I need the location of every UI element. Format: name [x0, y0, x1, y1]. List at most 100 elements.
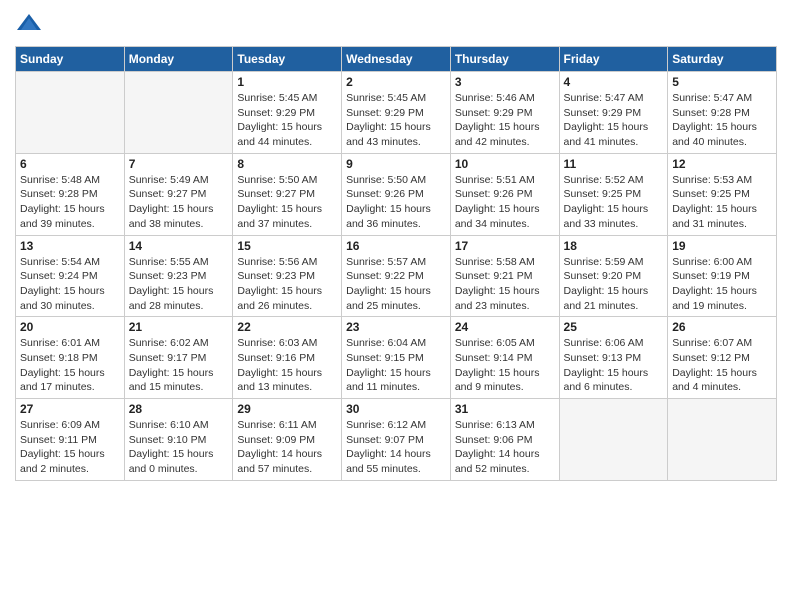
day-number: 17	[455, 239, 555, 253]
day-number: 6	[20, 157, 120, 171]
day-info: Sunrise: 6:12 AMSunset: 9:07 PMDaylight:…	[346, 418, 446, 477]
day-number: 11	[564, 157, 664, 171]
day-info: Sunrise: 6:00 AMSunset: 9:19 PMDaylight:…	[672, 255, 772, 314]
calendar-cell: 24 Sunrise: 6:05 AMSunset: 9:14 PMDayligh…	[450, 317, 559, 399]
day-info: Sunrise: 6:13 AMSunset: 9:06 PMDaylight:…	[455, 418, 555, 477]
calendar-cell: 12 Sunrise: 5:53 AMSunset: 9:25 PMDayligh…	[668, 153, 777, 235]
calendar-cell: 7 Sunrise: 5:49 AMSunset: 9:27 PMDaylight…	[124, 153, 233, 235]
day-number: 4	[564, 75, 664, 89]
day-number: 3	[455, 75, 555, 89]
calendar-cell: 16 Sunrise: 5:57 AMSunset: 9:22 PMDayligh…	[342, 235, 451, 317]
day-number: 21	[129, 320, 229, 334]
day-number: 12	[672, 157, 772, 171]
weekday-header-tuesday: Tuesday	[233, 47, 342, 72]
day-number: 2	[346, 75, 446, 89]
day-info: Sunrise: 5:49 AMSunset: 9:27 PMDaylight:…	[129, 173, 229, 232]
day-info: Sunrise: 5:54 AMSunset: 9:24 PMDaylight:…	[20, 255, 120, 314]
calendar-cell: 27Sunrise: 6:09 AMSunset: 9:11 PMDayligh…	[16, 399, 125, 481]
calendar-cell: 6Sunrise: 5:48 AMSunset: 9:28 PMDaylight…	[16, 153, 125, 235]
day-number: 15	[237, 239, 337, 253]
day-info: Sunrise: 5:50 AMSunset: 9:26 PMDaylight:…	[346, 173, 446, 232]
day-number: 18	[564, 239, 664, 253]
day-number: 8	[237, 157, 337, 171]
calendar-week-row: 13 Sunrise: 5:54 AMSunset: 9:24 PMDayligh…	[16, 235, 777, 317]
calendar-cell: 10Sunrise: 5:51 AMSunset: 9:26 PMDayligh…	[450, 153, 559, 235]
calendar-cell: 14 Sunrise: 5:55 AMSunset: 9:23 PMDayligh…	[124, 235, 233, 317]
day-number: 22	[237, 320, 337, 334]
day-info: Sunrise: 6:04 AMSunset: 9:15 PMDaylight:…	[346, 336, 446, 395]
day-number: 31	[455, 402, 555, 416]
calendar-cell: 19 Sunrise: 6:00 AMSunset: 9:19 PMDayligh…	[668, 235, 777, 317]
day-number: 28	[129, 402, 229, 416]
calendar-cell: 15 Sunrise: 5:56 AMSunset: 9:23 PMDayligh…	[233, 235, 342, 317]
day-number: 30	[346, 402, 446, 416]
day-number: 23	[346, 320, 446, 334]
day-info: Sunrise: 6:09 AMSunset: 9:11 PMDaylight:…	[20, 418, 120, 477]
calendar-week-row: 20 Sunrise: 6:01 AMSunset: 9:18 PMDayligh…	[16, 317, 777, 399]
day-info: Sunrise: 5:56 AMSunset: 9:23 PMDaylight:…	[237, 255, 337, 314]
calendar-cell: 5 Sunrise: 5:47 AMSunset: 9:28 PMDaylight…	[668, 72, 777, 154]
calendar-cell: 29Sunrise: 6:11 AMSunset: 9:09 PMDayligh…	[233, 399, 342, 481]
calendar-cell: 4 Sunrise: 5:47 AMSunset: 9:29 PMDaylight…	[559, 72, 668, 154]
calendar-cell	[124, 72, 233, 154]
weekday-header-monday: Monday	[124, 47, 233, 72]
calendar-week-row: 1 Sunrise: 5:45 AMSunset: 9:29 PMDaylight…	[16, 72, 777, 154]
calendar-cell: 1 Sunrise: 5:45 AMSunset: 9:29 PMDaylight…	[233, 72, 342, 154]
day-info: Sunrise: 6:03 AMSunset: 9:16 PMDaylight:…	[237, 336, 337, 395]
calendar-week-row: 27Sunrise: 6:09 AMSunset: 9:11 PMDayligh…	[16, 399, 777, 481]
day-number: 19	[672, 239, 772, 253]
day-number: 20	[20, 320, 120, 334]
day-info: Sunrise: 5:51 AMSunset: 9:26 PMDaylight:…	[455, 173, 555, 232]
day-number: 7	[129, 157, 229, 171]
day-info: Sunrise: 6:01 AMSunset: 9:18 PMDaylight:…	[20, 336, 120, 395]
day-number: 14	[129, 239, 229, 253]
day-number: 5	[672, 75, 772, 89]
calendar-cell: 8Sunrise: 5:50 AMSunset: 9:27 PMDaylight…	[233, 153, 342, 235]
day-info: Sunrise: 5:47 AMSunset: 9:29 PMDaylight:…	[564, 91, 664, 150]
day-info: Sunrise: 5:53 AMSunset: 9:25 PMDaylight:…	[672, 173, 772, 232]
calendar-cell: 3 Sunrise: 5:46 AMSunset: 9:29 PMDaylight…	[450, 72, 559, 154]
calendar-cell: 31 Sunrise: 6:13 AMSunset: 9:06 PMDayligh…	[450, 399, 559, 481]
day-info: Sunrise: 5:45 AMSunset: 9:29 PMDaylight:…	[237, 91, 337, 150]
day-info: Sunrise: 6:05 AMSunset: 9:14 PMDaylight:…	[455, 336, 555, 395]
day-info: Sunrise: 5:46 AMSunset: 9:29 PMDaylight:…	[455, 91, 555, 150]
logo-icon	[15, 10, 43, 38]
calendar-cell	[559, 399, 668, 481]
weekday-header-row: SundayMondayTuesdayWednesdayThursdayFrid…	[16, 47, 777, 72]
weekday-header-saturday: Saturday	[668, 47, 777, 72]
calendar-cell: 22 Sunrise: 6:03 AMSunset: 9:16 PMDayligh…	[233, 317, 342, 399]
calendar-cell: 23 Sunrise: 6:04 AMSunset: 9:15 PMDayligh…	[342, 317, 451, 399]
weekday-header-thursday: Thursday	[450, 47, 559, 72]
calendar-cell	[16, 72, 125, 154]
day-info: Sunrise: 5:52 AMSunset: 9:25 PMDaylight:…	[564, 173, 664, 232]
day-number: 9	[346, 157, 446, 171]
day-info: Sunrise: 5:47 AMSunset: 9:28 PMDaylight:…	[672, 91, 772, 150]
calendar-cell: 11 Sunrise: 5:52 AMSunset: 9:25 PMDayligh…	[559, 153, 668, 235]
calendar-cell: 20 Sunrise: 6:01 AMSunset: 9:18 PMDayligh…	[16, 317, 125, 399]
day-info: Sunrise: 6:07 AMSunset: 9:12 PMDaylight:…	[672, 336, 772, 395]
day-info: Sunrise: 5:57 AMSunset: 9:22 PMDaylight:…	[346, 255, 446, 314]
calendar-cell: 13 Sunrise: 5:54 AMSunset: 9:24 PMDayligh…	[16, 235, 125, 317]
calendar-cell: 28 Sunrise: 6:10 AMSunset: 9:10 PMDayligh…	[124, 399, 233, 481]
calendar-cell: 26 Sunrise: 6:07 AMSunset: 9:12 PMDayligh…	[668, 317, 777, 399]
day-number: 1	[237, 75, 337, 89]
day-info: Sunrise: 6:02 AMSunset: 9:17 PMDaylight:…	[129, 336, 229, 395]
day-number: 25	[564, 320, 664, 334]
calendar-cell	[668, 399, 777, 481]
day-number: 24	[455, 320, 555, 334]
weekday-header-wednesday: Wednesday	[342, 47, 451, 72]
day-info: Sunrise: 5:45 AMSunset: 9:29 PMDaylight:…	[346, 91, 446, 150]
day-number: 16	[346, 239, 446, 253]
logo	[15, 10, 47, 38]
weekday-header-sunday: Sunday	[16, 47, 125, 72]
day-info: Sunrise: 6:10 AMSunset: 9:10 PMDaylight:…	[129, 418, 229, 477]
day-number: 26	[672, 320, 772, 334]
calendar-cell: 21 Sunrise: 6:02 AMSunset: 9:17 PMDayligh…	[124, 317, 233, 399]
calendar-week-row: 6Sunrise: 5:48 AMSunset: 9:28 PMDaylight…	[16, 153, 777, 235]
day-info: Sunrise: 5:55 AMSunset: 9:23 PMDaylight:…	[129, 255, 229, 314]
calendar-table: SundayMondayTuesdayWednesdayThursdayFrid…	[15, 46, 777, 481]
weekday-header-friday: Friday	[559, 47, 668, 72]
calendar-cell: 2 Sunrise: 5:45 AMSunset: 9:29 PMDaylight…	[342, 72, 451, 154]
calendar-page: SundayMondayTuesdayWednesdayThursdayFrid…	[0, 0, 792, 612]
day-number: 13	[20, 239, 120, 253]
